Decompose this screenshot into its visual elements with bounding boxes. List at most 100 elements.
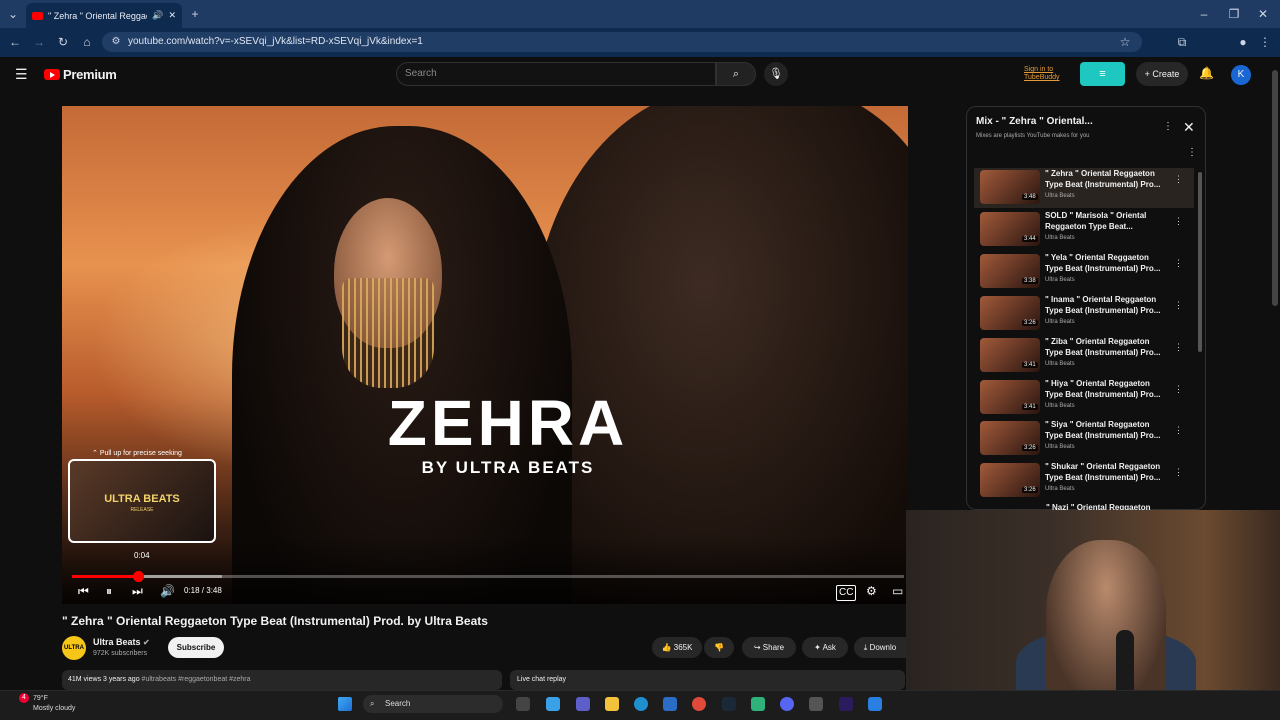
dislike-button[interactable]: 👎: [704, 637, 734, 658]
description-box[interactable]: 41M views 3 years ago #ultrabeats #regga…: [62, 670, 502, 690]
new-tab-icon[interactable]: +: [188, 7, 202, 21]
playlist-more-icon[interactable]: ⋮: [1163, 121, 1173, 132]
maximize-icon[interactable]: ❐: [1227, 7, 1241, 21]
hashtags[interactable]: #ultrabeats #reggaetonbeat #zehra: [142, 676, 251, 683]
taskbar-search-icon: ⌕: [370, 699, 375, 708]
tab-search-icon[interactable]: ⌄: [6, 7, 20, 21]
channel-name[interactable]: Ultra Beats ✔: [93, 637, 150, 647]
forward-icon[interactable]: →: [32, 35, 46, 49]
tab-audio-icon[interactable]: 🔊: [152, 10, 163, 21]
steam-icon[interactable]: [722, 697, 736, 711]
youtube-play-logo-icon: [44, 69, 60, 80]
more-icon[interactable]: ⋮: [1174, 174, 1183, 185]
ask-button[interactable]: ✦ Ask: [802, 637, 848, 658]
playlist-item[interactable]: 3:38 " Yela " Oriental Reggaeton Type Bea…: [974, 252, 1194, 292]
task-view-icon[interactable]: [516, 697, 530, 711]
premiere-icon[interactable]: [839, 697, 853, 711]
voice-search-button[interactable]: 🎙: [764, 62, 788, 86]
minimize-icon[interactable]: –: [1197, 7, 1211, 21]
playlist-menu-icon[interactable]: ⋮: [1187, 147, 1197, 158]
browser-tab[interactable]: " Zehra " Oriental Reggaeto 🔊 ✕: [26, 3, 182, 28]
tubebuddy-signin-link[interactable]: Sign in to TubeBuddy: [1024, 66, 1074, 82]
playlist-item[interactable]: 3:26 " Shukar " Oriental Reggaeton Type B…: [974, 461, 1194, 501]
app-icon[interactable]: [751, 697, 765, 711]
progress-bar[interactable]: [72, 571, 904, 582]
tubebuddy-button[interactable]: ≡: [1080, 62, 1125, 86]
windows-start-icon[interactable]: [338, 697, 352, 711]
more-icon[interactable]: ⋮: [1174, 467, 1183, 478]
ask-label: Ask: [822, 643, 836, 652]
store-icon[interactable]: [663, 697, 677, 711]
address-bar[interactable]: youtube.com/watch?v=-xSEVqi_jVk&list=RD-…: [102, 32, 1142, 52]
discord-icon[interactable]: [780, 697, 794, 711]
more-icon[interactable]: ⋮: [1174, 216, 1183, 227]
menu-icon[interactable]: ☰: [15, 67, 28, 81]
window-close-icon[interactable]: ✕: [1256, 7, 1270, 21]
taskbar-search[interactable]: ⌕ Search: [363, 695, 503, 713]
youtube-logo[interactable]: Premium: [44, 67, 117, 82]
progress-played: [72, 575, 138, 578]
app-icon-3[interactable]: [868, 697, 882, 711]
playlist-scrollbar[interactable]: [1198, 172, 1202, 352]
playlist-item[interactable]: 3:26 " Siya " Oriental Reggaeton Type Bea…: [974, 419, 1194, 459]
back-icon[interactable]: ←: [8, 35, 22, 49]
captions-icon[interactable]: CC: [836, 585, 857, 601]
browser-menu-icon[interactable]: ⋮: [1258, 35, 1272, 49]
avatar[interactable]: K: [1231, 65, 1251, 85]
theater-mode-icon[interactable]: ▭: [892, 584, 903, 598]
more-icon[interactable]: ⋮: [1174, 425, 1183, 436]
close-icon[interactable]: ✕: [1183, 119, 1195, 136]
progress-scrubber[interactable]: [132, 571, 144, 582]
playlist-item-channel: Ultra Beats: [1045, 360, 1075, 367]
next-icon[interactable]: ⏭: [132, 584, 143, 598]
tubebuddy-link-text: Sign in to TubeBuddy: [1024, 66, 1060, 81]
playlist-item[interactable]: 3:41 " Ziba " Oriental Reggaeton Type Bea…: [974, 336, 1194, 376]
teams-icon[interactable]: [576, 697, 590, 711]
app-icon-2[interactable]: [809, 697, 823, 711]
bell-icon[interactable]: 🔔: [1199, 66, 1214, 80]
playlist-duration: 3:41: [1022, 361, 1038, 368]
download-button[interactable]: ⤓ Downlo: [854, 637, 906, 658]
copilot-icon[interactable]: [546, 697, 560, 711]
playlist-item-channel: Ultra Beats: [1045, 402, 1075, 409]
playlist-item[interactable]: 3:44 SOLD " Marisola " Oriental Reggaeton…: [974, 210, 1194, 250]
video-overlay-title: ZEHRA: [387, 387, 629, 459]
playlist-item[interactable]: 3:48 " Zehra " Oriental Reggaeton Type Be…: [974, 168, 1194, 208]
like-count: 365K: [673, 643, 693, 652]
subscribe-button[interactable]: Subscribe: [168, 637, 224, 658]
playlist-item[interactable]: 3:26 " Inama " Oriental Reggaeton Type Be…: [974, 294, 1194, 334]
playlist-item-title: " Siya " Oriental Reggaeton Type Beat (I…: [1045, 420, 1161, 441]
live-chat-replay[interactable]: Live chat replay: [510, 670, 905, 690]
page-scrollbar[interactable]: [1272, 70, 1278, 306]
more-icon[interactable]: ⋮: [1174, 300, 1183, 311]
home-icon[interactable]: ⌂: [80, 35, 94, 49]
more-icon[interactable]: ⋮: [1174, 258, 1183, 269]
playlist-item-title: " Zehra " Oriental Reggaeton Type Beat (…: [1045, 169, 1161, 189]
playlist-duration: 3:48: [1022, 194, 1038, 200]
search-button[interactable]: ⌕: [716, 62, 756, 86]
settings-icon[interactable]: ⚙: [866, 584, 877, 598]
volume-icon[interactable]: 🔊: [160, 584, 175, 598]
reload-icon[interactable]: ↻: [56, 35, 70, 49]
pause-icon[interactable]: ⏸: [106, 584, 112, 598]
create-label: Create: [1152, 69, 1180, 79]
create-button[interactable]: + Create: [1136, 62, 1188, 86]
playlist-item[interactable]: 3:41 " Hiya " Oriental Reggaeton Type Bea…: [974, 378, 1194, 418]
bookmark-star-icon[interactable]: ☆: [1118, 35, 1132, 49]
extensions-icon[interactable]: ⧉: [1175, 35, 1189, 49]
site-info-icon[interactable]: ⚙: [109, 35, 123, 49]
more-icon[interactable]: ⋮: [1174, 342, 1183, 353]
preview-subtext: RELEASE: [130, 507, 154, 513]
tab-close-icon[interactable]: ✕: [168, 10, 176, 21]
search-input[interactable]: Search: [396, 62, 716, 86]
previous-icon[interactable]: ⏮: [78, 584, 89, 598]
like-button[interactable]: 👍 365K: [652, 637, 702, 658]
weather-widget[interactable]: 79°F Mostly cloudy: [33, 694, 75, 714]
edge-icon[interactable]: [634, 697, 648, 711]
more-icon[interactable]: ⋮: [1174, 384, 1183, 395]
share-button[interactable]: ↪ Share: [742, 637, 796, 658]
chrome-icon[interactable]: [692, 697, 706, 711]
channel-avatar[interactable]: ULTRA: [62, 636, 86, 660]
profile-icon[interactable]: ●: [1236, 35, 1250, 49]
file-explorer-icon[interactable]: [605, 697, 619, 711]
